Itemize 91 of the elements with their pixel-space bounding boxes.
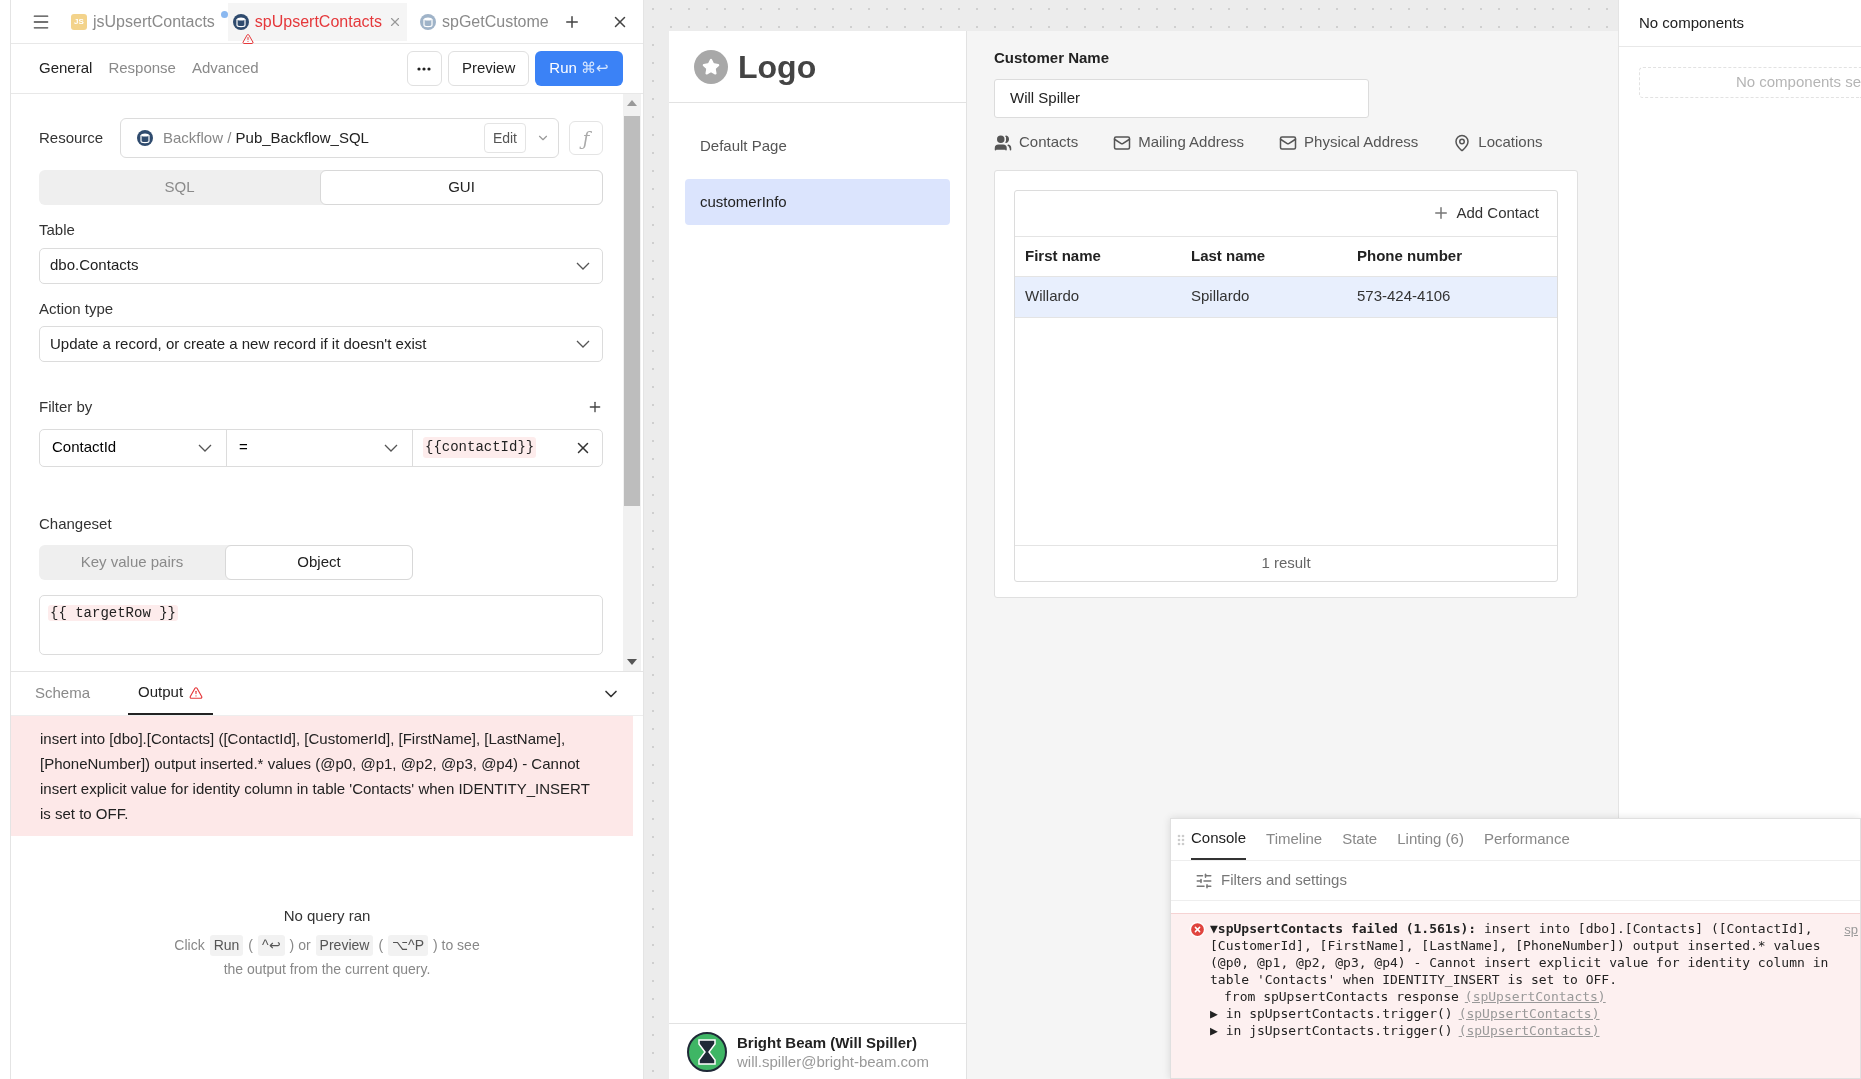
more-icon <box>417 66 432 71</box>
people-icon <box>994 133 1012 152</box>
error-message: insert into [dbo].[Contacts] ([ContactId], [CustomerId], [FirstName], [LastName], [PhoneNumber]) output inserted.* values (@p0, @p1, @p2, @p3, @p4) - Cannot insert explicit value for identity column in table 'Contacts' when IDENTITY_INSERT is set to OFF. <box>40 729 591 824</box>
column-header: First name <box>1025 245 1102 266</box>
hint-text: ( <box>378 936 384 956</box>
section-tab[interactable]: Mailing Address <box>1113 131 1245 154</box>
shortcut-key: Preview <box>315 935 374 957</box>
field-label: Action type <box>39 298 115 319</box>
pin-icon <box>1453 133 1472 152</box>
edit-button[interactable]: Edit <box>483 123 526 153</box>
results-tab[interactable]: Schema <box>25 672 101 715</box>
error-icon <box>1189 921 1206 938</box>
column-select[interactable]: ContactId <box>40 429 227 466</box>
filters-link[interactable]: Filters and settings <box>1221 869 1347 892</box>
hourglass-avatar-icon <box>687 1031 727 1072</box>
warning-icon <box>241 32 254 45</box>
code-editor[interactable]: {{ targetRow }} <box>39 595 603 655</box>
user-name: Bright Beam (Will Spiller) <box>737 1032 918 1052</box>
value-field[interactable]: {{contactId}} <box>423 437 537 458</box>
field-label: Customer Name <box>994 48 1111 68</box>
filter-settings-icon[interactable] <box>1195 871 1213 890</box>
database-icon <box>137 130 153 146</box>
resource-path: Backflow / Pub_Backflow_SQL <box>163 127 369 148</box>
console-tab[interactable]: Timeline <box>1266 819 1323 860</box>
star-logo-icon <box>694 49 728 84</box>
hint-text: ) or <box>289 936 311 956</box>
column-header: Last name <box>1191 245 1267 266</box>
mail-icon <box>1113 133 1132 152</box>
table-cell-text: Willardo <box>1025 286 1081 307</box>
database-icon <box>232 13 249 30</box>
logo-text: Logo <box>738 47 817 87</box>
page-link[interactable]: customerInfo <box>685 179 950 225</box>
page-link[interactable]: Default Page <box>685 123 950 169</box>
chevron-down-icon <box>576 340 590 348</box>
section-tab[interactable]: Locations <box>1453 131 1543 154</box>
stack-trace-line: ▶ in spUpsertContacts.trigger() <box>1210 1005 1453 1022</box>
console-tab[interactable]: Console <box>1191 819 1247 860</box>
table-cell-text: 573-424-4106 <box>1357 286 1452 307</box>
console-error-message: ▼spUpsertContacts failed (1.561s): insert into [dbo].[Contacts] ([ContactId], [CustomerId], [FirstName], [LastName], [PhoneNumber]) output inserted.* values (@p0, @p1, @p2, @p3, @p4) - Cannot insert explicit value for identity column in table 'Contacts' when IDENTITY_INSERT is set to OFF. <box>1210 920 1830 988</box>
scrollbar[interactable] <box>623 94 641 671</box>
hint-text: the output from the current query. <box>223 960 431 980</box>
column-header: Phone number <box>1357 245 1463 266</box>
warning-icon <box>189 685 204 700</box>
stack-trace-line: from spUpsertContacts response <box>1223 988 1459 1005</box>
placeholder-field: No components se <box>1639 67 1861 98</box>
customer-name-field[interactable]: Will Spiller <box>994 78 1369 118</box>
editor-tab[interactable]: JS jsUpsertContacts <box>66 2 220 41</box>
hint-text: ( <box>248 936 253 956</box>
add-contact-button[interactable]: Add Contact <box>1432 201 1539 225</box>
editor-tab[interactable]: spUpsertContacts <box>227 2 407 41</box>
hint-text: Click <box>174 936 205 956</box>
query-tab[interactable]: Advanced <box>191 57 259 80</box>
segment-option[interactable]: GUI <box>320 170 603 205</box>
shortcut-key: ⌥^P <box>388 935 428 957</box>
shortcut-key: Run <box>209 935 244 957</box>
table-row[interactable]: Willardo Spillardo 573-424-4106 <box>1015 276 1557 318</box>
result-count: 1 result <box>1261 552 1311 573</box>
resource-selector[interactable]: Backflow / Pub_Backflow_SQL Edit <box>120 118 559 158</box>
database-icon <box>420 13 436 30</box>
action-type-select[interactable]: Update a record, or create a new record if it doesn't exist <box>39 326 603 362</box>
hint-text: ) to see <box>433 936 480 956</box>
chevron-down-icon <box>198 443 212 452</box>
operator-select[interactable]: = <box>227 429 413 466</box>
query-tab[interactable]: Response <box>108 57 176 80</box>
query-tab[interactable]: General <box>39 57 93 80</box>
field-label: Table <box>39 220 76 240</box>
more-button[interactable] <box>406 51 442 86</box>
shortcut-key: ^↩ <box>258 935 285 957</box>
run-button[interactable]: Run ⌘↩ <box>535 51 623 86</box>
panel-title: No components <box>1639 12 1745 33</box>
empty-title: No query ran <box>283 905 371 926</box>
section-tab[interactable]: Contacts <box>994 131 1079 154</box>
editor-tab[interactable]: spGetCustome <box>415 2 553 41</box>
table-cell-text: Spillardo <box>1191 286 1251 307</box>
segment-option[interactable]: Object <box>225 545 413 580</box>
field-label: Changeset <box>39 513 113 534</box>
drag-handle-icon[interactable] <box>1177 833 1185 846</box>
console-tab[interactable]: Linting (6) <box>1397 819 1464 860</box>
chevron-down-icon <box>576 261 590 270</box>
console-tab[interactable]: State <box>1342 819 1378 860</box>
mail-icon <box>1279 133 1298 152</box>
chevron-down-icon <box>384 443 398 452</box>
section-tab[interactable]: Physical Address <box>1279 131 1419 154</box>
preview-button[interactable]: Preview <box>447 51 530 86</box>
console-tab[interactable]: Performance <box>1483 819 1570 860</box>
table-select[interactable]: dbo.Contacts <box>39 247 603 284</box>
field-label: Filter by <box>39 397 93 417</box>
user-email: will.spiller@bright-beam.com <box>737 1051 929 1071</box>
field-label: Resource <box>39 127 105 148</box>
stack-trace-line: ▶ in jsUpsertContacts.trigger() <box>1210 1022 1453 1039</box>
js-file-icon: JS <box>71 13 87 30</box>
